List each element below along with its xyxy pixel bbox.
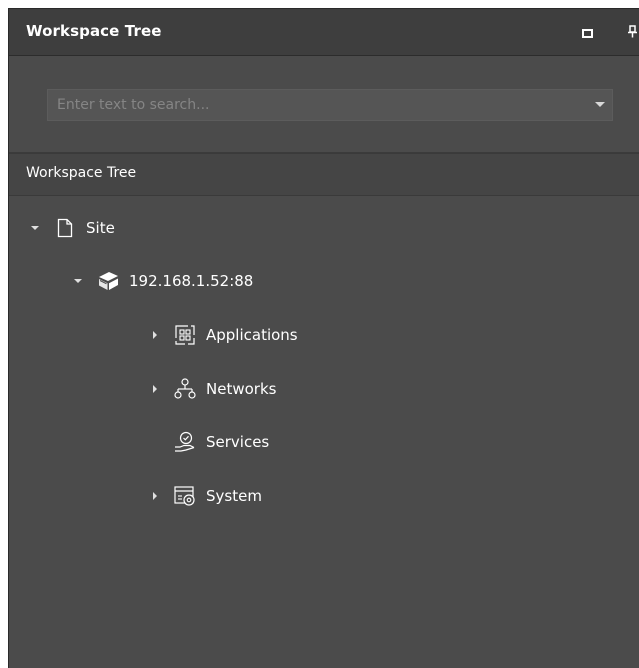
applications-grid-icon [173,323,197,347]
tree-node-label: Site [86,219,115,237]
server-icon [96,269,120,293]
network-topology-icon [173,377,197,401]
panel-title: Workspace Tree [26,22,162,40]
pin-button[interactable] [623,22,639,42]
expand-toggle[interactable] [149,490,161,502]
search-area [9,56,639,153]
tree-node-applications[interactable]: Applications [149,320,298,350]
maximize-icon [581,23,593,42]
tree-section-header: Workspace Tree [9,153,639,196]
workspace-tree-panel: Workspace Tree Workspace Tree [8,8,639,668]
dropdown-caret-icon[interactable] [595,102,605,107]
workspace-tree: Site 192.168.1.52:88 Applications Networ… [9,195,639,668]
tree-node-services[interactable]: Services [173,427,269,457]
pin-icon [628,23,638,42]
tree-node-site[interactable]: Site [29,213,115,243]
panel-titlebar: Workspace Tree [9,9,639,56]
tree-node-label: Services [206,433,270,451]
collapse-toggle[interactable] [72,275,84,287]
tree-section-title: Workspace Tree [26,165,137,181]
tree-node-system[interactable]: System [149,481,262,511]
tree-node-networks[interactable]: Networks [149,374,276,404]
system-settings-icon [173,484,197,508]
chevron-down-icon [31,226,39,230]
search-combobox[interactable] [47,89,613,121]
tree-node-server[interactable]: 192.168.1.52:88 [72,266,253,296]
tree-node-label: 192.168.1.52:88 [129,272,254,290]
search-input[interactable] [48,90,587,120]
maximize-button[interactable] [577,22,597,42]
chevron-right-icon [153,492,157,500]
tree-node-label: System [206,487,262,505]
tree-node-label: Networks [206,380,277,398]
document-icon [53,216,77,240]
chevron-right-icon [153,385,157,393]
expand-toggle[interactable] [149,383,161,395]
expand-toggle[interactable] [149,329,161,341]
tree-node-label: Applications [206,326,298,344]
chevron-down-icon [74,279,82,283]
collapse-toggle[interactable] [29,222,41,234]
chevron-right-icon [153,331,157,339]
services-hand-icon [173,430,197,454]
